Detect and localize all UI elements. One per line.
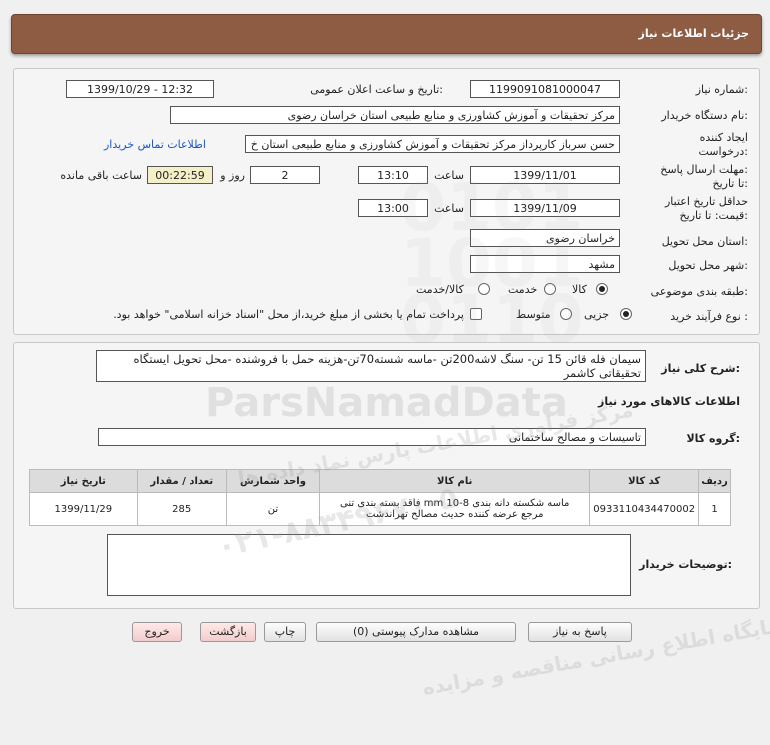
province-field: خراسان رضوی — [470, 229, 620, 247]
buyer-notes-box — [107, 534, 631, 596]
category-radio-service[interactable] — [544, 283, 556, 295]
process-option-minor: جزیی — [584, 308, 610, 321]
deadline-label-2: تا تاریخ: — [712, 177, 748, 190]
cell-index: 1 — [698, 492, 731, 526]
requester-label-2: درخواست: — [698, 145, 749, 158]
deadline-label-1: مهلت ارسال پاسخ: — [660, 163, 748, 176]
reply-button[interactable]: پاسخ به نیاز — [528, 622, 632, 642]
print-button[interactable]: چاپ — [264, 622, 306, 642]
process-radio-medium[interactable] — [560, 308, 572, 320]
treasury-checkbox[interactable] — [470, 308, 482, 320]
goods-section-title: اطلاعات کالاهای مورد نیاز — [598, 395, 740, 408]
deadline-days-label: روز و — [220, 169, 245, 182]
announce-label: تاریخ و ساعت اعلان عمومی: — [310, 83, 443, 96]
page-title: جزئیات اطلاعات نیاز — [638, 27, 750, 40]
process-label: نوع فرآیند خرید : — [670, 310, 748, 323]
validity-time-field: 13:00 — [358, 199, 428, 217]
goods-group-label: گروه کالا: — [686, 432, 740, 445]
process-option-medium: متوسط — [516, 308, 551, 321]
goods-table: تاریخ نیاز تعداد / مقدار واحد شمارش نام … — [29, 469, 731, 526]
exit-button[interactable]: خروج — [132, 622, 182, 642]
deadline-time-label: ساعت — [434, 169, 464, 182]
goods-group-field: تاسیسات و مصالح ساختمانی — [98, 428, 646, 446]
cell-code: 0933110434470002 — [589, 492, 700, 526]
city-label: شهر محل تحویل: — [668, 259, 748, 272]
category-label: طبقه بندی موضوعی: — [650, 285, 748, 298]
summary-line-2: تحقیقاتی کاشمر — [563, 366, 641, 380]
table-header-row: تاریخ نیاز تعداد / مقدار واحد شمارش نام … — [29, 469, 731, 493]
cell-unit: تن — [225, 492, 321, 526]
cell-date: 1399/11/29 — [29, 492, 138, 526]
category-option-goods: کالا — [572, 283, 587, 296]
view-attachments-button[interactable]: مشاهده مدارک پیوستی (0) — [316, 622, 516, 642]
city-field: مشهد — [470, 255, 620, 273]
category-option-service: خدمت — [508, 283, 538, 296]
cell-name: ماسه شکسته دانه بندی mm 10-8 فاقد بسته ب… — [319, 492, 591, 526]
validity-label-1: حداقل تاریخ اعتبار — [664, 195, 748, 208]
cell-name-line-2: مرجع عرضه کننده حدیث مصالح تهراندشت — [366, 509, 544, 520]
buyer-org-field: مرکز تحقیقات و آموزش کشاورزی و منابع طبی… — [170, 106, 620, 124]
category-radio-goods[interactable] — [596, 283, 608, 295]
summary-box: سیمان فله قائن 15 تن- سنگ لاشه200تن -ماس… — [96, 350, 646, 382]
validity-time-label: ساعت — [434, 202, 464, 215]
table-row: 1399/11/29 285 تن ماسه شکسته دانه بندی m… — [29, 492, 731, 526]
remaining-time-label: ساعت باقی مانده — [60, 169, 142, 182]
col-date: تاریخ نیاز — [29, 469, 138, 493]
page-header: جزئیات اطلاعات نیاز — [11, 14, 762, 54]
summary-label: شرح کلی نیاز: — [661, 362, 740, 375]
process-radio-minor[interactable] — [620, 308, 632, 320]
col-code: کد کالا — [589, 469, 700, 493]
need-number-label: شماره نیاز: — [695, 83, 748, 96]
validity-label-2: قیمت: تا تاریخ: — [679, 209, 748, 222]
buyer-notes-label: توضیحات خریدار: — [639, 558, 732, 571]
requester-label-1: ایجاد کننده — [699, 131, 748, 144]
category-option-both: کالا/خدمت — [416, 283, 464, 296]
back-button[interactable]: بازگشت — [200, 622, 256, 642]
validity-date-field: 1399/11/09 — [470, 199, 620, 217]
col-index: ردیف — [698, 469, 731, 493]
buyer-contact-link[interactable]: اطلاعات تماس خریدار — [104, 138, 206, 151]
requester-field: حسن سرباز کارپرداز مرکز تحقیقات و آموزش … — [245, 135, 620, 153]
remaining-time-field: 00:22:59 — [147, 166, 213, 184]
announce-field: 1399/10/29 - 12:32 — [66, 80, 214, 98]
deadline-date-field: 1399/11/01 — [470, 166, 620, 184]
treasury-note: پرداخت تمام یا بخشی از مبلغ خرید،از محل … — [113, 308, 464, 321]
province-label: استان محل تحویل: — [661, 235, 748, 248]
col-unit: واحد شمارش — [225, 469, 321, 493]
summary-line-1: سیمان فله قائن 15 تن- سنگ لاشه200تن -ماس… — [133, 352, 641, 366]
buyer-org-label: نام دستگاه خریدار: — [661, 109, 748, 122]
need-number-field: 1199091081000047 — [470, 80, 620, 98]
deadline-time-field: 13:10 — [358, 166, 428, 184]
cell-qty: 285 — [136, 492, 227, 526]
category-radio-both[interactable] — [478, 283, 490, 295]
col-name: نام کالا — [319, 469, 591, 493]
cell-name-line-1: ماسه شکسته دانه بندی mm 10-8 فاقد بسته ب… — [340, 498, 570, 509]
col-qty: تعداد / مقدار — [136, 469, 227, 493]
deadline-days-field: 2 — [250, 166, 320, 184]
